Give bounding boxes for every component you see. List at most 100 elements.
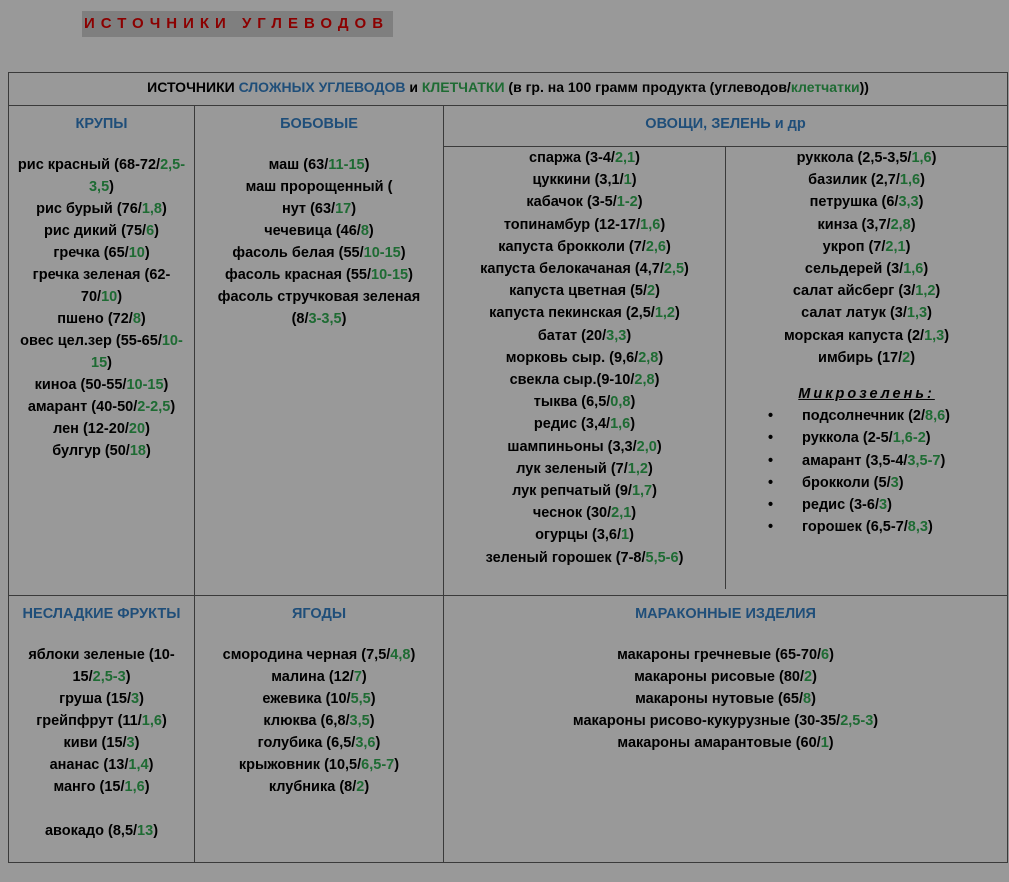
fiber-value: 3 xyxy=(890,474,899,491)
fiber-value: 1,6 xyxy=(899,172,921,189)
item-text: ) xyxy=(140,311,146,327)
item-text: шампиньоны (3,3/ xyxy=(507,438,637,455)
fiber-value: 3,5 xyxy=(349,713,370,729)
legumes-cell: БОБОВЫЕ маш (63/11-15) маш пророщенный (н… xyxy=(194,105,444,596)
fiber-value: 1,6 xyxy=(640,216,661,233)
item-text: макароны рисовые (80/ xyxy=(634,669,804,685)
item-text: батат (20/ xyxy=(537,327,607,344)
list-item: яблоки зеленые (10-15/2,5-3) xyxy=(15,644,188,688)
fiber-value: 1,6 xyxy=(903,261,924,278)
item-text: маш (63/ xyxy=(268,157,329,173)
item-text: ) xyxy=(170,399,176,415)
item-text: капуста брокколи (7/ xyxy=(498,238,646,255)
list-item: чеснок (30/2,1) xyxy=(444,502,725,524)
fiber-value: 1,6 xyxy=(124,779,145,795)
microgreens-title: Микрозелень: xyxy=(798,386,935,403)
item-text: макароны амарантовые (60/ xyxy=(617,735,821,751)
item-text: ) xyxy=(134,735,140,751)
item-text: зеленый горошек (7-8/ xyxy=(485,549,646,566)
item-text: ) xyxy=(144,245,150,261)
item-text: клубника (8/ xyxy=(268,779,357,795)
item-text: ) xyxy=(927,519,933,536)
fiber-value: 6 xyxy=(146,223,155,239)
item-text: ) xyxy=(631,172,637,189)
item-text: ) xyxy=(631,505,637,522)
list-item: кабачок (3-5/1-2) xyxy=(444,191,725,213)
list-item: малина (12/7) xyxy=(201,666,437,688)
header-text: )) xyxy=(859,79,869,95)
list-item: булгур (50/18) xyxy=(15,440,188,462)
list-item: макароны амарантовые (60/1) xyxy=(450,732,1001,754)
list-item: макароны нутовые (65/8) xyxy=(450,688,1001,710)
fiber-value: 2,1 xyxy=(885,238,906,255)
list-item: гречка зеленая (62-70/10) xyxy=(15,264,188,308)
list-item: маш (63/11-15) xyxy=(205,154,433,176)
item-text: укроп (7/ xyxy=(822,238,886,255)
fiber-value: 1,6 xyxy=(911,150,932,166)
item-text: чеснок (30/ xyxy=(532,505,612,522)
item-text: ) xyxy=(678,549,684,566)
fiber-value: 3-3,5 xyxy=(308,311,342,327)
fiber-value: 1 xyxy=(621,527,630,544)
fruits-cell: НЕСЛАДКИЕ ФРУКТЫ яблоки зеленые (10-15/2… xyxy=(8,595,195,863)
header-fiber: КЛЕТЧАТКИ xyxy=(421,79,505,95)
list-item: топинамбур (12-17/1,6) xyxy=(444,214,725,236)
list-item: лук репчатый (9/1,7) xyxy=(444,480,725,502)
fiber-value: 3,3 xyxy=(606,327,627,344)
fiber-value: 3 xyxy=(131,691,140,707)
list-item: спаржа (3-4/2,1) xyxy=(444,147,725,169)
item-text: ) xyxy=(675,305,680,322)
item-text: ) xyxy=(368,223,374,239)
item-text: ) xyxy=(361,669,367,685)
list-item: капуста брокколи (7/2,6) xyxy=(444,236,725,258)
item-text: ) xyxy=(163,377,169,393)
item-text: амарант (3,5-4/ xyxy=(802,452,908,469)
list-item: смородина черная (7,5/4,8) xyxy=(201,644,437,666)
list-item: нут (63/17) xyxy=(205,198,433,220)
list-item: лен (12-20/20) xyxy=(15,418,188,440)
item-text: булгур (50/ xyxy=(52,443,130,459)
fiber-value: 1,2 xyxy=(915,283,936,300)
fiber-value: 2,8 xyxy=(890,216,911,233)
item-text: макароны рисово-кукурузные (30-35/ xyxy=(572,713,841,729)
item-text: ) xyxy=(125,669,131,685)
item-text: имбирь (17/ xyxy=(818,349,903,366)
bullet-icon: • xyxy=(768,474,774,491)
grains-list: рис красный (68-72/2,5-3,5) рис бурый (76… xyxy=(9,154,194,462)
grains-title: КРУПЫ xyxy=(75,116,128,132)
pasta-title: МАРАКОННЫЕ ИЗДЕЛИЯ xyxy=(635,606,816,622)
fiber-value: 6,5-7 xyxy=(361,757,395,773)
microgreen-item: • подсолнечник (2/8,6) xyxy=(768,405,1007,427)
fiber-value: 10-15 xyxy=(126,377,164,393)
item-text: ) xyxy=(647,460,653,477)
item-text: ) xyxy=(341,311,347,327)
list-item: чечевица (46/8) xyxy=(205,220,433,242)
fiber-value: 5,5-6 xyxy=(645,549,679,566)
item-text: рис дикий (75/ xyxy=(43,223,147,239)
list-item: киноа (50-55/10-15) xyxy=(15,374,188,396)
item-text: ) xyxy=(162,201,167,217)
veg-left-list: спаржа (3-4/2,1) цуккини (3,1/1) кабачок (… xyxy=(444,147,727,589)
item-text: ) xyxy=(660,216,666,233)
item-text: ) xyxy=(364,779,370,795)
fiber-value: 1,3 xyxy=(924,327,945,344)
fiber-value: 1,8 xyxy=(141,201,162,217)
fiber-value: 2,8 xyxy=(638,349,659,366)
item-text: рис бурый (76/ xyxy=(36,201,142,217)
item-text: огурцы (3,6/ xyxy=(535,527,622,544)
berries-list: смородина черная (7,5/4,8) малина (12/7) е… xyxy=(195,644,443,798)
fiber-value: 1,6-2 xyxy=(892,430,926,447)
fiber-value: 10-15 xyxy=(363,245,401,261)
item-text: крыжовник (10,5/ xyxy=(238,757,362,773)
list-item: руккола (2,5-3,5/1,6) xyxy=(726,147,1007,169)
fiber-value: 1-2 xyxy=(616,194,638,211)
item-text: смородина черная (7,5/ xyxy=(222,647,391,663)
fiber-value: 1 xyxy=(623,172,632,189)
item-text: горошек (6,5-7/ xyxy=(802,519,908,536)
item-text: ) xyxy=(154,223,159,239)
item-text: руккола (2-5/ xyxy=(802,430,893,447)
pasta-cell: МАРАКОННЫЕ ИЗДЕЛИЯ макароны гречневые (6… xyxy=(442,595,1009,863)
item-text: ) xyxy=(655,283,660,300)
list-item: клубника (8/2) xyxy=(201,776,437,798)
header-fiber: клетчатки xyxy=(790,79,860,95)
